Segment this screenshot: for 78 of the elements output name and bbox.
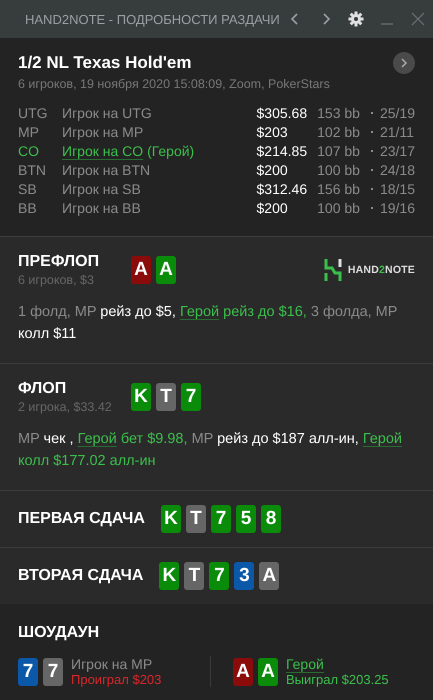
street-title: ПЕРВАЯ СДАЧА: [18, 510, 145, 528]
open-button[interactable]: [393, 52, 415, 74]
playing-card: A: [156, 256, 176, 284]
stack-amount: $312.46: [256, 181, 308, 197]
position-label: BTN: [18, 162, 47, 178]
playing-card: K: [160, 505, 181, 533]
stack-bb: 153 bb: [317, 105, 361, 121]
player-name[interactable]: Игрок на UTG: [62, 105, 152, 121]
window-title: HAND2NOTE - ПОДРОБНОСТИ РАЗДАЧИ: [25, 12, 280, 26]
player-stats: 18/15: [380, 181, 415, 197]
street-title: ВТОРАЯ СДАЧА: [18, 567, 144, 585]
playing-card: A: [258, 658, 278, 686]
stack-bb: 100 bb: [317, 200, 361, 216]
playing-card: A: [259, 562, 280, 590]
hand-title: 1/2 NL Texas Hold'em: [18, 53, 192, 73]
position-label: BB: [18, 200, 38, 216]
playing-card: 7: [181, 383, 201, 411]
close-icon: [410, 12, 425, 26]
logo-icon: [324, 259, 342, 281]
playing-card: A: [233, 658, 253, 686]
playing-card: 7: [18, 658, 38, 686]
player-name: Игрок на MP: [71, 656, 152, 672]
stack-bb: 107 bb: [317, 143, 361, 159]
player-stats: 19/16: [380, 200, 415, 216]
stack-amount: $200: [256, 200, 289, 216]
action-summary: MP чек , Герой бет $9.98, MP рейз до $187 алл-ин, Герой колл $177.02 алл-ин: [18, 430, 404, 471]
playing-card: A: [131, 256, 151, 284]
result-text: Выиграл $203.25: [286, 672, 389, 687]
hero-tag: (Герой): [147, 143, 194, 159]
stack-amount: $305.68: [256, 105, 308, 121]
stack-amount: $203: [256, 124, 289, 140]
stack-bb: 102 bb: [317, 124, 361, 140]
chevron-right-icon: [400, 58, 408, 68]
hero-link[interactable]: Герой: [78, 431, 117, 447]
playing-card: 7: [209, 562, 230, 590]
playing-card: T: [186, 505, 206, 533]
street-subtitle: 6 игроков, $3: [18, 273, 95, 287]
position-label: SB: [18, 181, 38, 197]
player-name[interactable]: Игрок на SB: [62, 181, 141, 197]
street-title: ФЛОП: [18, 380, 68, 398]
playing-card: 5: [236, 505, 256, 533]
playing-card: 3: [234, 562, 254, 590]
playing-card: K: [159, 562, 180, 590]
playing-card: K: [131, 383, 151, 411]
gear-icon: [348, 11, 364, 27]
position-label: UTG: [18, 105, 49, 121]
showdown-title: ШОУДАУН: [18, 624, 100, 642]
position-label: CO: [18, 143, 40, 159]
player-stats: 25/19: [380, 105, 415, 121]
hand-subtitle: 6 игроков, 19 ноября 2020 15:08:09, Zoom, PokerStars: [18, 77, 331, 91]
action-summary: 1 фолд, MP рейз до $5, Герой рейз до $16, 3 фолда, MP колл $11: [18, 303, 398, 344]
chevron-right-icon: [320, 12, 331, 26]
playing-card: T: [156, 383, 176, 411]
player-name[interactable]: Игрок на CO: [62, 143, 144, 159]
player-name[interactable]: Игрок на MP: [62, 124, 144, 140]
minimize-icon: [380, 23, 394, 25]
stack-amount: $200: [256, 162, 289, 178]
player-name[interactable]: Игрок на BTN: [62, 162, 150, 178]
chevron-left-icon: [290, 12, 300, 26]
stack-bb: 100 bb: [317, 162, 361, 178]
stack-amount: $214.85: [256, 143, 308, 159]
playing-card: 8: [260, 505, 281, 533]
playing-card: T: [184, 562, 204, 590]
logo-text: HAND2NOTE: [348, 264, 415, 276]
player-stats: 23/17: [380, 143, 415, 159]
hero-link[interactable]: Герой: [180, 304, 220, 320]
player-stats: 21/11: [380, 124, 415, 140]
playing-card: 7: [210, 505, 231, 533]
player-stats: 24/18: [380, 162, 415, 178]
hero-link[interactable]: Герой: [362, 431, 402, 447]
playing-card: 7: [43, 658, 63, 686]
player-name[interactable]: Игрок на BB: [62, 200, 141, 216]
player-name[interactable]: Герой: [286, 656, 324, 672]
street-title: ПРЕФЛОП: [18, 253, 100, 271]
result-text: Проиграл $203: [71, 672, 162, 687]
position-label: MP: [18, 124, 40, 140]
stack-bb: 156 bb: [317, 181, 361, 197]
street-subtitle: 2 игрока, $33.42: [18, 400, 113, 414]
